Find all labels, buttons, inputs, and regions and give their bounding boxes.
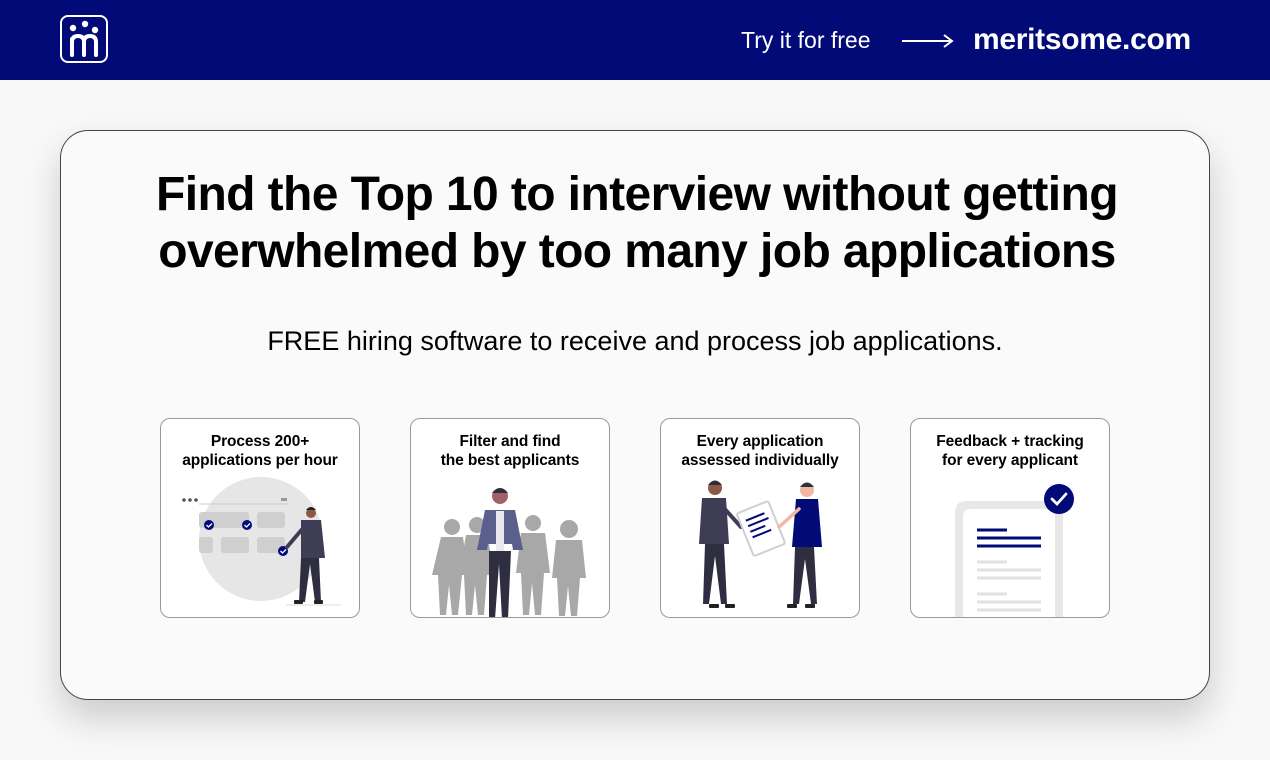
feature-card-feedback: Feedback + tracking for every applicant	[910, 418, 1110, 618]
try-for-free-link[interactable]: Try it for free	[741, 26, 871, 54]
feature-title: Feedback + tracking for every applicant	[936, 433, 1084, 469]
top-bar: Try it for free meritsome.com	[0, 0, 1270, 80]
meritsome-logo-icon[interactable]	[60, 15, 108, 63]
domain-link[interactable]: meritsome.com	[973, 22, 1191, 58]
page-subtitle: FREE hiring software to receive and proc…	[267, 326, 1003, 356]
feature-card-assessed: Every application assessed individually	[660, 418, 860, 618]
feature-title: Every application assessed individually	[681, 433, 839, 469]
arrow-right-icon	[902, 34, 954, 48]
feature-card-process: Process 200+ applications per hour	[160, 418, 360, 618]
feature-card-filter: Filter and find the best applicants	[410, 418, 610, 618]
feature-title: Filter and find the best applicants	[440, 433, 580, 469]
feature-title: Process 200+ applications per hour	[182, 433, 338, 469]
page-headline: Find the Top 10 to interview without get…	[156, 168, 1119, 278]
